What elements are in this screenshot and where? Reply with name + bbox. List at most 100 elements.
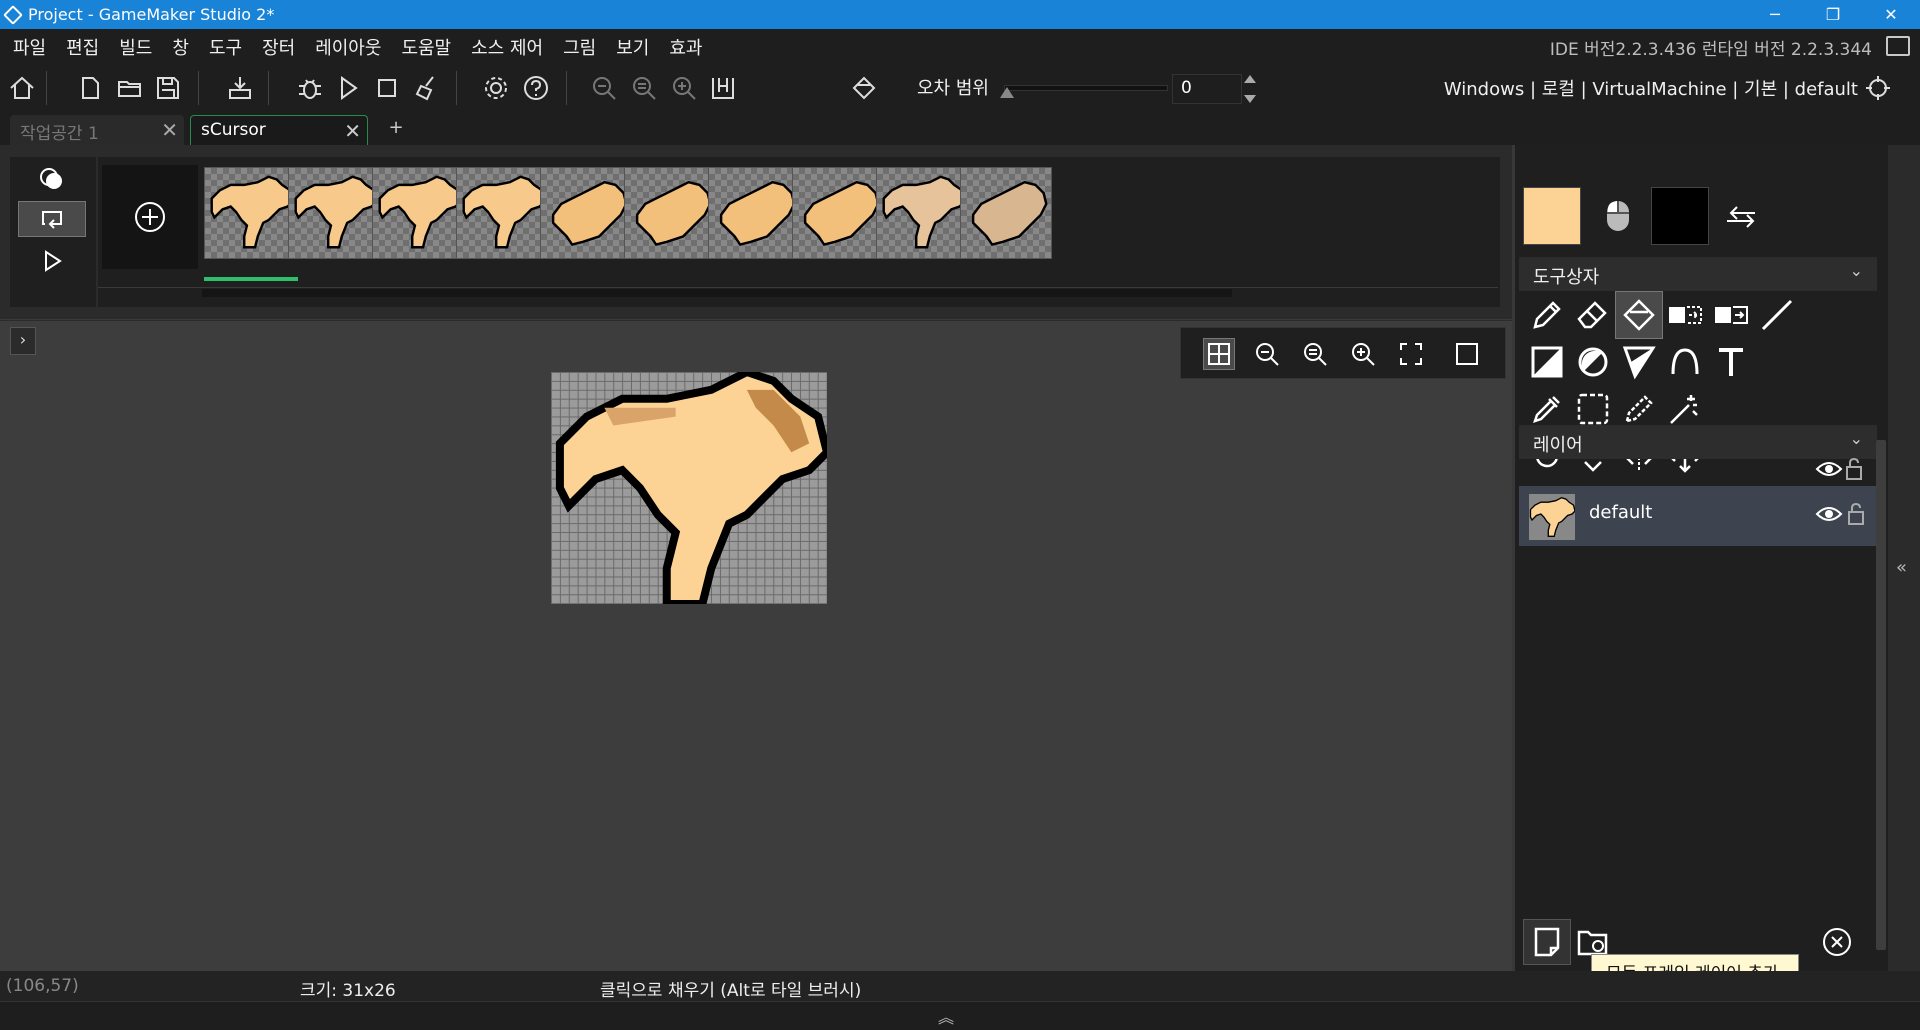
sprite-image-preview[interactable] [551,372,827,604]
frame-thumbnail[interactable] [204,167,296,259]
target-selector-text[interactable]: Windows | 로컬 | VirtualMachine | 기본 | def… [1444,75,1858,101]
swap-colors-icon[interactable] [1723,205,1759,231]
line-tool[interactable] [1753,291,1801,339]
workspace-layout-button[interactable] [707,72,739,104]
frame-thumbnail[interactable] [876,167,968,259]
eye-icon[interactable] [1815,459,1843,479]
eye-icon[interactable] [1815,504,1843,524]
right-panel-scrollbar[interactable] [1874,150,1888,970]
close-tab-icon[interactable]: ✕ [344,119,361,143]
run-button[interactable] [332,72,364,104]
menu-file[interactable]: 파일 [0,34,56,60]
frame-thumbnail[interactable] [624,167,716,259]
menu-image[interactable]: 그림 [553,34,606,60]
zoom-reset-button[interactable] [628,72,660,104]
target-manager-button[interactable] [1862,72,1894,104]
zoom-out-button[interactable] [588,72,620,104]
home-button[interactable] [6,72,38,104]
restore-button[interactable]: ❐ [1804,0,1862,29]
curve-tool[interactable] [1661,338,1709,386]
menu-window[interactable]: 창 [162,34,199,60]
frame-sprite [971,180,1048,246]
menu-tools[interactable]: 도구 [199,34,252,60]
menu-layout[interactable]: 레이아웃 [305,34,391,60]
close-tab-icon[interactable]: ✕ [161,118,178,142]
save-button[interactable] [152,72,184,104]
help-button[interactable] [520,72,552,104]
text-tool[interactable] [1707,338,1755,386]
background-color-button[interactable] [1451,338,1483,370]
menu-marketplace[interactable]: 장터 [252,34,305,60]
fill-tool[interactable] [1615,291,1663,339]
frame-thumbnail[interactable] [288,167,380,259]
frame-thumbnail[interactable] [708,167,800,259]
unlock-icon[interactable] [1847,502,1865,526]
menu-edit[interactable]: 편집 [56,34,109,60]
unlock-icon[interactable] [1845,457,1863,481]
secondary-color-swatch[interactable] [1651,187,1709,245]
replace-color-tool[interactable] [1707,291,1755,339]
expand-up-icon[interactable]: ︽ [938,1004,954,1028]
rectangle-tool[interactable] [1523,338,1571,386]
canvas-zoom-reset-button[interactable] [1299,338,1331,370]
add-layer-button[interactable] [1523,919,1571,965]
eraser-tool[interactable] [1569,291,1617,339]
tolerance-slider[interactable] [1000,83,1168,98]
stepper-up-icon[interactable] [1244,75,1256,83]
frame-thumbnail[interactable] [372,167,464,259]
frame-thumbnail[interactable] [792,167,884,259]
stepper-down-icon[interactable] [1244,95,1256,103]
clean-button[interactable] [411,72,443,104]
news-chat-icon[interactable] [1886,36,1910,56]
menu-effects[interactable]: 효과 [659,34,712,60]
menu-source-control[interactable]: 소스 제어 [461,34,553,60]
game-options-button[interactable] [480,72,512,104]
timeline[interactable] [98,287,1498,297]
frame-thumbnail[interactable] [540,167,632,259]
menu-build[interactable]: 빌드 [109,34,162,60]
toolbox-header[interactable]: 도구상자 ⌄ [1519,257,1877,291]
delete-layer-button[interactable] [1813,919,1861,965]
frame-thumbnail[interactable] [456,167,548,259]
onion-skin-button[interactable] [18,161,86,197]
tolerance-slider-thumb[interactable] [1000,87,1014,98]
debug-button[interactable] [294,72,326,104]
tab-workspace-1[interactable]: 작업공간 1 ✕ [10,115,184,145]
layer-item-default[interactable]: default [1519,486,1877,546]
grid-toggle-button[interactable] [1203,338,1235,370]
side-collapse-button[interactable]: « [1888,145,1920,971]
polygon-tool[interactable] [1615,338,1663,386]
output-panel-toggle-bar[interactable]: ︽ [0,1001,1920,1030]
tolerance-slider-track [1004,85,1168,91]
add-tab-button[interactable]: + [378,117,414,143]
tolerance-stepper[interactable] [1242,73,1258,105]
minimize-button[interactable]: ─ [1746,0,1804,29]
sprite-canvas[interactable]: › [0,321,1512,971]
timeline-playbar[interactable] [202,289,1232,297]
scrollbar-thumb[interactable] [1876,440,1886,950]
frame-sprite [294,175,377,249]
open-project-button[interactable] [114,72,146,104]
primary-color-swatch[interactable] [1523,187,1581,245]
canvas-zoom-in-button[interactable] [1347,338,1379,370]
fill-area-tool[interactable] [1661,291,1709,339]
menu-view[interactable]: 보기 [606,34,659,60]
menu-help[interactable]: 도움말 [391,34,461,60]
tab-scursor[interactable]: sCursor ✕ [190,115,368,145]
play-animation-button[interactable] [18,243,86,279]
stop-button[interactable] [371,72,403,104]
layers-header[interactable]: 레이어 ⌄ [1519,425,1877,459]
fit-to-screen-button[interactable] [1395,338,1427,370]
pencil-tool[interactable] [1523,291,1571,339]
zoom-in-button[interactable] [668,72,700,104]
ellipse-tool[interactable] [1569,338,1617,386]
expand-panel-button[interactable]: › [10,327,36,355]
create-executable-button[interactable] [224,72,256,104]
loop-button[interactable] [18,201,86,237]
tolerance-input[interactable]: 0 [1172,74,1242,104]
close-window-button[interactable]: ✕ [1862,0,1920,29]
new-project-button[interactable] [74,72,106,104]
frame-thumbnail[interactable] [960,167,1052,259]
add-frame-button[interactable] [102,165,198,269]
canvas-zoom-out-button[interactable] [1251,338,1283,370]
